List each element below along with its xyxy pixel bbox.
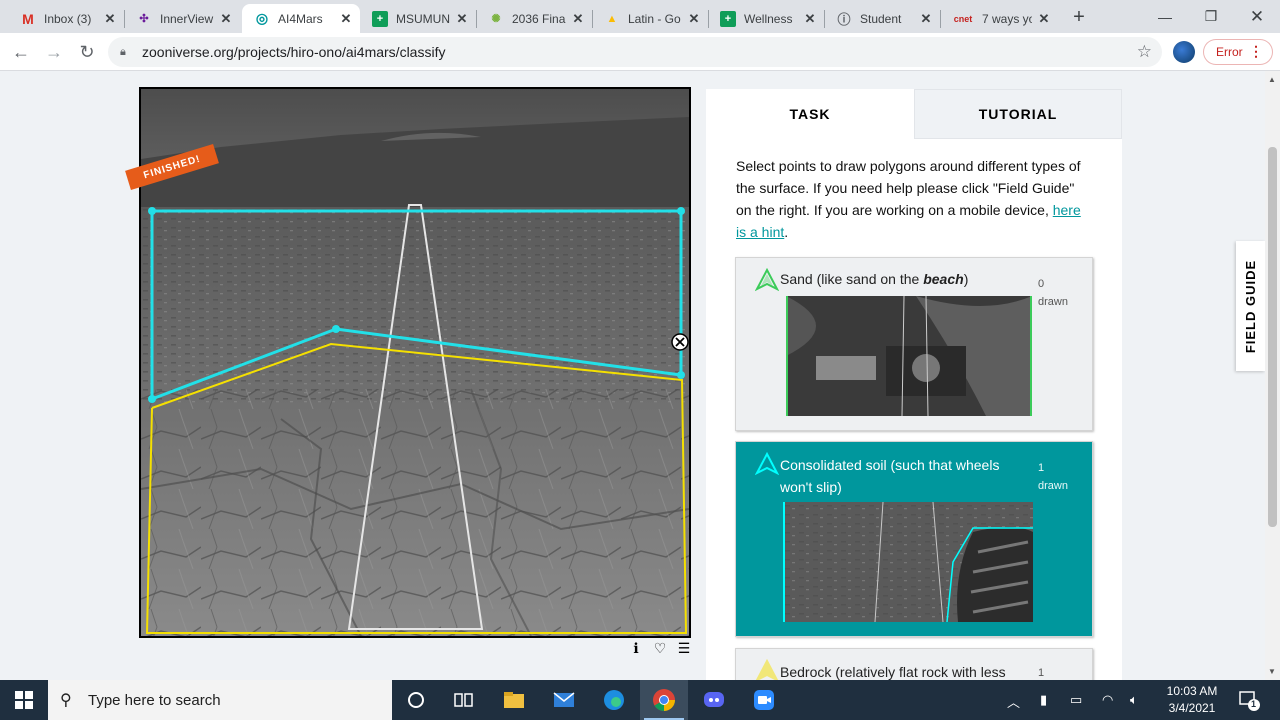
cyan-triangle-icon	[755, 452, 779, 476]
close-icon[interactable]: ✕	[218, 11, 234, 27]
close-icon[interactable]: ✕	[338, 11, 354, 27]
more-menu-icon: ⋮	[1249, 43, 1263, 59]
tab-msumun[interactable]: + MSUMUN ✕	[360, 4, 476, 33]
task-instructions: Select points to draw polygons around di…	[736, 158, 1081, 240]
zooniverse-icon: ◎	[255, 10, 269, 26]
show-hidden-icons[interactable]: ︿	[1007, 692, 1020, 711]
address-bar[interactable]: 🔒︎ zooniverse.org/projects/hiro-ono/ai4m…	[108, 37, 1162, 67]
yellow-triangle-icon	[755, 659, 779, 680]
usb-device-icon[interactable]: ▮	[1040, 692, 1047, 708]
new-tab-button[interactable]: +	[1068, 6, 1090, 28]
restore-button[interactable]: ❐	[1188, 0, 1234, 33]
reload-button[interactable]: ↻	[75, 40, 99, 64]
sheets-icon: +	[372, 10, 388, 27]
minimize-button[interactable]: —	[1142, 0, 1188, 33]
profile-avatar[interactable]	[1173, 41, 1195, 63]
choice-sand-label: Sand (like sand on the beach)	[780, 271, 969, 287]
favorite-heart-icon[interactable]: ♡	[651, 639, 669, 657]
browser-tab-strip: M Inbox (3) ✕ ✣ InnerView ✕ ◎ AI4Mars ✕ …	[0, 0, 1280, 33]
choice-soil-label: Consolidated soil (such that wheels won'…	[780, 457, 1000, 495]
volume-icon[interactable]: 🔈︎	[1130, 692, 1138, 708]
soil-example-image	[783, 502, 1033, 622]
info-icon: ⓘ	[837, 12, 851, 27]
page-scrollbar[interactable]: ▲ ▼	[1265, 71, 1280, 680]
field-guide-button[interactable]: FIELD GUIDE	[1236, 241, 1265, 371]
wifi-icon[interactable]: ◠	[1102, 692, 1113, 708]
tab-tutorial[interactable]: TUTORIAL	[914, 89, 1122, 139]
windows-logo-icon	[15, 691, 33, 709]
tab-ai4mars[interactable]: ◎ AI4Mars ✕	[242, 4, 360, 33]
action-center-button[interactable]: 1	[1238, 689, 1260, 711]
tab-innerview[interactable]: ✣ InnerView ✕	[124, 4, 240, 33]
file-explorer-icon[interactable]	[490, 680, 538, 720]
edge-icon[interactable]	[590, 680, 638, 720]
scroll-up-icon[interactable]: ▲	[1268, 75, 1276, 84]
start-button[interactable]	[0, 680, 48, 720]
tab-7-ways[interactable]: cnet 7 ways yo ✕	[940, 4, 1058, 33]
collections-list-icon[interactable]: ☰	[675, 639, 693, 657]
forward-button[interactable]: →	[42, 40, 66, 64]
tab-wellness[interactable]: + Wellness ✕	[708, 4, 824, 33]
choice-bedrock-count: 1	[1038, 667, 1045, 679]
subject-toolbar: ℹ ♡ ☰	[627, 639, 693, 657]
drive-icon: ▲	[606, 12, 618, 25]
cortana-icon[interactable]	[392, 680, 440, 720]
mars-terrain-image[interactable]	[141, 89, 689, 636]
url-text: zooniverse.org/projects/hiro-ono/ai4mars…	[142, 44, 446, 60]
close-icon[interactable]: ✕	[454, 11, 470, 27]
close-icon[interactable]: ✕	[1036, 11, 1052, 27]
back-button[interactable]: ←	[9, 40, 33, 64]
tab-latin[interactable]: ▲ Latin - Go ✕	[592, 4, 708, 33]
close-icon[interactable]: ✕	[918, 11, 934, 27]
metadata-info-icon[interactable]: ℹ	[627, 639, 645, 657]
close-icon[interactable]: ✕	[570, 11, 586, 27]
task-panel: TASK TUTORIAL Select points to draw poly…	[706, 89, 1122, 680]
windows-taskbar: ⚲ Type here to search ︿ ▮ ▭ ◠ 🔈︎ 10:03 A…	[0, 680, 1280, 720]
tab-inbox[interactable]: M Inbox (3) ✕	[8, 4, 124, 33]
choice-sand-count: 0 drawn	[1038, 278, 1068, 308]
innerview-icon: ✣	[139, 13, 149, 25]
close-window-button[interactable]: ✕	[1234, 0, 1280, 33]
mail-icon[interactable]	[540, 680, 588, 720]
choice-soil-count: 1 drawn	[1038, 462, 1068, 492]
scroll-down-icon[interactable]: ▼	[1268, 667, 1276, 676]
error-button[interactable]: Error ⋮	[1203, 39, 1273, 65]
browser-toolbar: ← → ↻ 🔒︎ zooniverse.org/projects/hiro-on…	[0, 33, 1280, 71]
battery-icon[interactable]: ▭	[1070, 692, 1082, 708]
close-icon[interactable]: ✕	[802, 11, 818, 27]
delete-polygon-icon[interactable]	[671, 333, 689, 351]
taskbar-search-box[interactable]: ⚲ Type here to search	[48, 680, 392, 720]
task-view-icon[interactable]	[440, 680, 488, 720]
search-icon: ⚲	[60, 692, 72, 709]
tab-task[interactable]: TASK	[706, 89, 914, 139]
sheets-icon: +	[720, 10, 736, 27]
globe-icon: ✺	[491, 13, 501, 25]
classify-page: FINISHED! ℹ ♡ ☰ TASK TUTORIAL Select poi…	[0, 71, 1265, 680]
discord-icon[interactable]	[690, 680, 738, 720]
green-triangle-icon	[755, 268, 779, 292]
tab-student[interactable]: ⓘ Student ✕	[824, 4, 940, 33]
lock-icon: 🔒︎	[120, 45, 126, 58]
notification-count: 1	[1251, 699, 1257, 709]
task-tabs: TASK TUTORIAL	[706, 89, 1122, 139]
taskbar-clock[interactable]: 10:03 AM 3/4/2021	[1156, 683, 1228, 717]
choice-bedrock-label: Bedrock (relatively flat rock with less	[780, 664, 1006, 680]
gmail-icon: M	[22, 10, 34, 27]
choice-sand[interactable]: Sand (like sand on the beach) 0 drawn	[735, 257, 1093, 431]
choice-bedrock[interactable]: Bedrock (relatively flat rock with less …	[735, 648, 1093, 680]
sand-example-image	[786, 296, 1032, 416]
tab-2036-final[interactable]: ✺ 2036 Fina ✕	[476, 4, 592, 33]
close-icon[interactable]: ✕	[102, 11, 118, 27]
chrome-icon[interactable]	[640, 680, 688, 720]
subject-image-viewer[interactable]	[139, 87, 691, 638]
zoom-icon[interactable]	[740, 680, 788, 720]
choice-consolidated-soil[interactable]: Consolidated soil (such that wheels won'…	[735, 441, 1093, 637]
scrollbar-thumb[interactable]	[1268, 147, 1277, 527]
cnet-icon: cnet	[953, 13, 973, 24]
bookmark-star-icon[interactable]: ☆	[1137, 42, 1152, 62]
close-icon[interactable]: ✕	[686, 11, 702, 27]
